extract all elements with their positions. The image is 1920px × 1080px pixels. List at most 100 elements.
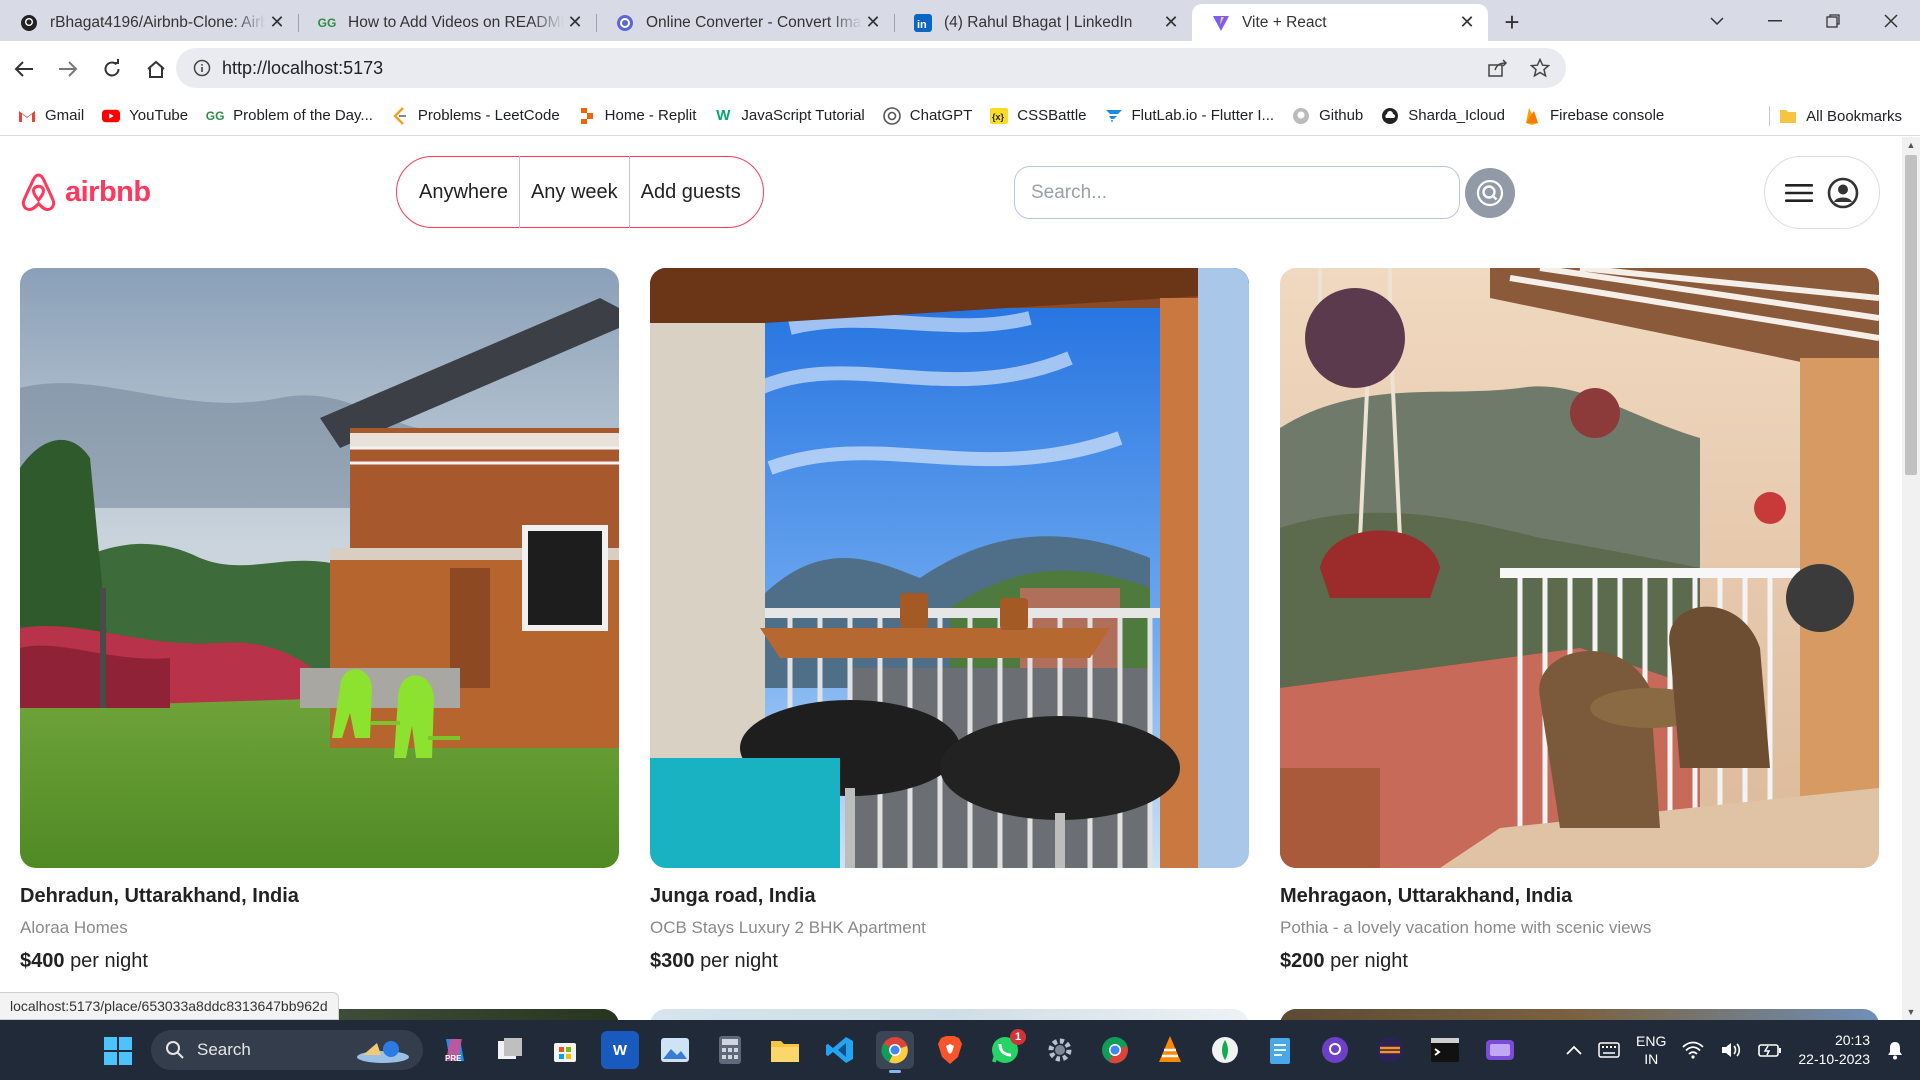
settings-gear-icon[interactable]: [1041, 1031, 1079, 1069]
photos-icon[interactable]: [656, 1031, 694, 1069]
vlc-icon[interactable]: [1151, 1031, 1189, 1069]
tab-title: Vite + React: [1242, 13, 1327, 31]
browser-toolbar: http://localhost:5173: [0, 41, 1920, 123]
listing-card-partial[interactable]: [1280, 1009, 1879, 1020]
scroll-up-arrow-icon[interactable]: ▲: [1902, 137, 1920, 153]
minimize-icon[interactable]: [1746, 0, 1804, 41]
task-view-icon[interactable]: [491, 1031, 529, 1069]
input-language[interactable]: ENG IN: [1636, 1032, 1666, 1068]
forward-button[interactable]: [48, 49, 88, 89]
bookmark-chatgpt[interactable]: ChatGPT: [882, 106, 972, 125]
bookmark-javascript-tutorial[interactable]: W JavaScript Tutorial: [714, 107, 864, 125]
new-tab-button[interactable]: +: [1492, 4, 1532, 41]
bookmark-sharda-icloud[interactable]: Sharda_Icloud: [1381, 107, 1505, 125]
address-bar-actions: [1482, 48, 1556, 88]
scrollbar-thumb[interactable]: [1905, 155, 1917, 475]
reload-button[interactable]: [92, 49, 132, 89]
share-icon[interactable]: [1482, 52, 1514, 84]
github-desktop-icon[interactable]: [1316, 1031, 1354, 1069]
close-window-icon[interactable]: [1862, 0, 1920, 41]
bookmark-flutlab[interactable]: FlutLab.io - Flutter I...: [1105, 107, 1274, 125]
vscode-icon[interactable]: [821, 1031, 859, 1069]
listing-card-partial[interactable]: [650, 1009, 1249, 1020]
microsoft-store-icon[interactable]: [546, 1031, 584, 1069]
bookmark-problem-of-the-day[interactable]: GG Problem of the Day...: [206, 107, 373, 125]
listing-card[interactable]: Mehragaon, Uttarakhand, India Pothia - a…: [1280, 268, 1879, 973]
home-button[interactable]: [136, 49, 176, 89]
eclipse-icon[interactable]: [1371, 1031, 1409, 1069]
touch-keyboard-icon[interactable]: [1598, 1042, 1620, 1058]
geeksforgeeks-icon: GG: [205, 108, 225, 123]
file-explorer-icon[interactable]: [766, 1031, 804, 1069]
taskbar-apps: PRE W 1: [436, 1028, 1519, 1073]
close-icon[interactable]: ✕: [862, 12, 884, 34]
search-filter-pill[interactable]: Anywhere Any week Add guests: [396, 156, 764, 228]
tab-github[interactable]: rBhagat4196/Airbnb-Clone: Airbnb ✕: [0, 4, 298, 41]
listing-card[interactable]: Junga road, India OCB Stays Luxury 2 BHK…: [650, 268, 1249, 973]
tab-title: (4) Rahul Bhagat | LinkedIn: [944, 13, 1133, 31]
bookmark-firebase-console[interactable]: Firebase console: [1523, 107, 1664, 125]
bookmark-replit[interactable]: Home - Replit: [578, 107, 696, 125]
close-icon[interactable]: ✕: [266, 12, 288, 34]
word-icon[interactable]: W: [601, 1031, 639, 1069]
search-button[interactable]: [1465, 168, 1515, 218]
mongodb-compass-icon[interactable]: [1206, 1031, 1244, 1069]
user-menu-button[interactable]: [1764, 156, 1880, 229]
battery-icon[interactable]: [1758, 1042, 1782, 1058]
filter-any-week[interactable]: Any week: [518, 156, 629, 228]
windows-start-icon[interactable]: [104, 1037, 132, 1065]
tab-online-converter[interactable]: Online Converter - Convert Image ✕: [596, 4, 894, 41]
all-bookmarks-folder[interactable]: All Bookmarks: [1779, 96, 1902, 136]
copilot-icon[interactable]: PRE: [436, 1031, 474, 1069]
back-button[interactable]: [4, 49, 44, 89]
clipchamp-icon[interactable]: [1481, 1031, 1519, 1069]
listing-price: $200: [1280, 950, 1325, 972]
taskbar-search[interactable]: Search: [151, 1030, 423, 1070]
listing-price: $300: [650, 950, 695, 972]
whatsapp-icon[interactable]: 1: [986, 1029, 1026, 1069]
listing-card[interactable]: Dehradun, Uttarakhand, India Aloraa Home…: [20, 268, 619, 973]
notepad-icon[interactable]: [1261, 1031, 1299, 1069]
close-icon[interactable]: ✕: [1456, 12, 1478, 34]
volume-icon[interactable]: [1720, 1041, 1742, 1059]
bookmark-label: Firebase console: [1550, 107, 1665, 124]
site-info-icon[interactable]: [182, 59, 222, 77]
restore-icon[interactable]: [1804, 0, 1862, 41]
tab-vite-react[interactable]: Vite + React ✕: [1192, 4, 1488, 41]
bookmark-leetcode[interactable]: Problems - LeetCode: [391, 106, 560, 125]
listing-photo[interactable]: [650, 268, 1249, 868]
listing-photo[interactable]: [20, 268, 619, 868]
notifications-bell-icon[interactable]: [1886, 1040, 1904, 1060]
airbnb-logo[interactable]: airbnb: [20, 172, 151, 212]
w3schools-icon: W: [716, 107, 731, 124]
chrome-profile-icon[interactable]: [1096, 1031, 1134, 1069]
bookmark-youtube[interactable]: YouTube: [102, 107, 188, 125]
brave-icon[interactable]: [931, 1031, 969, 1069]
calculator-icon[interactable]: [711, 1031, 749, 1069]
linkedin-icon: in: [914, 13, 932, 32]
show-hidden-icons-chevron-icon[interactable]: [1566, 1045, 1582, 1055]
tab-search-chevron-icon[interactable]: [1688, 0, 1746, 41]
listing-title: Mehragaon, Uttarakhand, India: [1280, 885, 1573, 907]
close-icon[interactable]: ✕: [1160, 12, 1182, 34]
site-header: airbnb Anywhere Any week Add guests: [0, 137, 1900, 237]
bookmark-gmail[interactable]: Gmail: [18, 107, 84, 125]
page-scrollbar[interactable]: ▲ ▼: [1902, 137, 1920, 1020]
chrome-icon[interactable]: [876, 1031, 914, 1073]
bookmark-github[interactable]: Github: [1292, 107, 1363, 125]
bookmark-cssbattle[interactable]: {x} CSSBattle: [990, 107, 1087, 125]
bookmark-label: Github: [1319, 107, 1364, 124]
scroll-down-arrow-icon[interactable]: ▼: [1902, 1004, 1920, 1020]
wifi-icon[interactable]: [1682, 1041, 1705, 1059]
filter-anywhere[interactable]: Anywhere: [419, 156, 519, 228]
terminal-icon[interactable]: [1426, 1031, 1464, 1069]
tab-linkedin[interactable]: in (4) Rahul Bhagat | LinkedIn ✕: [894, 4, 1192, 41]
filter-add-guests[interactable]: Add guests: [628, 156, 741, 228]
listing-photo[interactable]: [1280, 268, 1879, 868]
search-input[interactable]: [1014, 166, 1460, 219]
clock[interactable]: 20:13 22-10-2023: [1798, 1031, 1870, 1069]
address-bar[interactable]: http://localhost:5173: [176, 48, 1566, 88]
bookmark-star-icon[interactable]: [1524, 52, 1556, 84]
close-icon[interactable]: ✕: [564, 12, 586, 34]
tab-geeksforgeeks[interactable]: GG How to Add Videos on README ✕: [298, 4, 596, 41]
